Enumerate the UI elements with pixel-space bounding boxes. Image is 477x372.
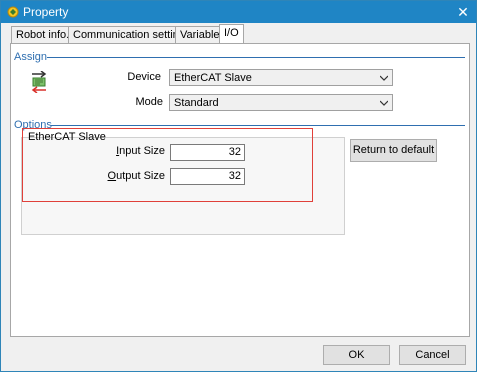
return-to-default-button[interactable]: Return to default xyxy=(350,139,437,162)
tab-io[interactable]: I/O xyxy=(219,24,244,43)
close-button[interactable]: ✕ xyxy=(454,3,472,21)
tab-communication-setting[interactable]: Communication setting xyxy=(68,26,190,43)
chevron-down-icon xyxy=(380,100,388,106)
output-size-label: Output Size xyxy=(107,170,165,182)
window-title: Property xyxy=(23,5,69,19)
tab-robot-info[interactable]: Robot info. xyxy=(11,26,75,43)
mode-select-value: Standard xyxy=(174,97,219,109)
device-select-value: EtherCAT Slave xyxy=(174,72,252,84)
input-size-field[interactable]: 32 xyxy=(170,144,245,161)
assign-group-label: Assign xyxy=(14,51,48,63)
io-device-icon xyxy=(31,71,47,93)
ok-button[interactable]: OK xyxy=(323,345,390,365)
mode-select[interactable]: Standard xyxy=(169,94,393,111)
device-select[interactable]: EtherCAT Slave xyxy=(169,69,393,86)
chevron-down-icon xyxy=(380,75,388,81)
cancel-button[interactable]: Cancel xyxy=(399,345,466,365)
output-size-field[interactable]: 32 xyxy=(170,168,245,185)
close-icon: ✕ xyxy=(457,4,469,20)
tab-variable[interactable]: Variable xyxy=(175,26,225,43)
title-bar[interactable]: Property ✕ xyxy=(1,1,476,23)
options-divider xyxy=(51,125,465,126)
input-size-label: Input Size xyxy=(116,145,165,157)
property-dialog: Property ✕ Robot info. Communication set… xyxy=(0,0,477,372)
assign-divider xyxy=(47,57,465,58)
ethercat-subgroup-label: EtherCAT Slave xyxy=(28,131,106,143)
app-icon xyxy=(7,6,19,18)
mode-label: Mode xyxy=(135,96,163,108)
device-label: Device xyxy=(127,71,161,83)
